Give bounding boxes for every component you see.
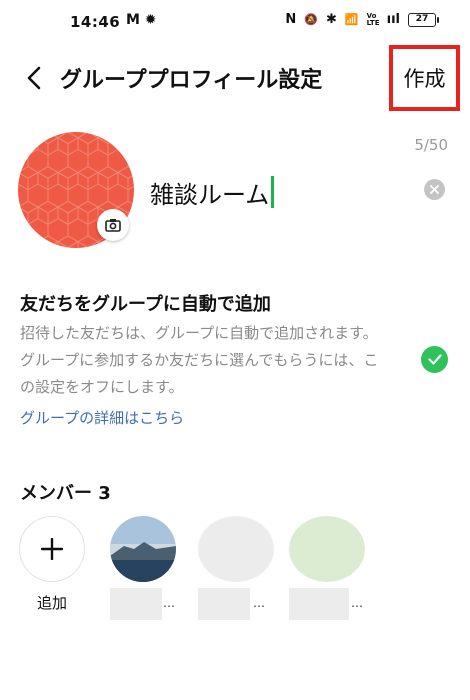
clear-name-button[interactable]: [424, 179, 445, 200]
nfc-icon: N: [285, 12, 297, 27]
avatar: [198, 516, 274, 582]
auto-add-title: 友だちをグループに自動で追加: [20, 294, 271, 315]
member-item[interactable]: …: [289, 516, 369, 620]
battery-icon: 27: [408, 12, 439, 27]
member-name: [110, 588, 162, 620]
status-bar: 14:46 M ✹ N 🔕 ✱ 📶 Vo LTE ııl 27: [0, 0, 470, 44]
char-count: 5/50: [414, 136, 448, 154]
auto-add-toggle[interactable]: [421, 346, 448, 373]
ellipsis: …: [253, 596, 265, 610]
plus-icon: [41, 538, 63, 560]
auto-add-description: 招待した友だちは、グループに自動で追加されます。グループに参加するか友だちに選ん…: [20, 324, 379, 396]
change-photo-button[interactable]: [97, 209, 129, 241]
add-member-button[interactable]: [19, 516, 85, 582]
bluetooth-icon: ✱: [326, 12, 337, 27]
ellipsis: …: [351, 596, 363, 610]
back-button[interactable]: [16, 60, 52, 96]
checkmark-icon: [427, 354, 442, 365]
member-name: [289, 588, 349, 620]
add-member-item[interactable]: 追加: [19, 516, 99, 613]
volte-icon: Vo LTE: [366, 11, 380, 27]
camera-icon: [105, 219, 121, 232]
member-name: [198, 588, 250, 620]
page-title: グループプロフィール設定: [60, 68, 323, 93]
wifi-icon: 📶: [344, 13, 359, 26]
group-name-input[interactable]: 雑談ルーム: [150, 172, 380, 212]
status-right-icons: N 🔕 ✱ 📶 Vo LTE ııl 27: [285, 11, 439, 27]
member-item[interactable]: …: [110, 516, 190, 620]
group-details-link[interactable]: グループの詳細はこちら: [20, 407, 184, 428]
add-member-label: 追加: [36, 594, 67, 612]
notification-icons: M ✹: [126, 12, 157, 28]
avatar: [110, 516, 176, 582]
member-item[interactable]: …: [198, 516, 278, 620]
chevron-left-icon: [27, 66, 41, 90]
group-name-value: 雑談ルーム: [150, 180, 270, 209]
members-title: メンバー 3: [20, 483, 111, 504]
mute-icon: 🔕: [304, 13, 319, 26]
ellipsis: …: [163, 596, 175, 610]
create-button[interactable]: 作成: [389, 45, 460, 111]
close-icon: [430, 185, 439, 194]
status-time: 14:46: [70, 13, 121, 31]
signal-icon: ııl: [386, 12, 400, 27]
text-cursor: [271, 176, 275, 208]
avatar: [289, 516, 365, 582]
